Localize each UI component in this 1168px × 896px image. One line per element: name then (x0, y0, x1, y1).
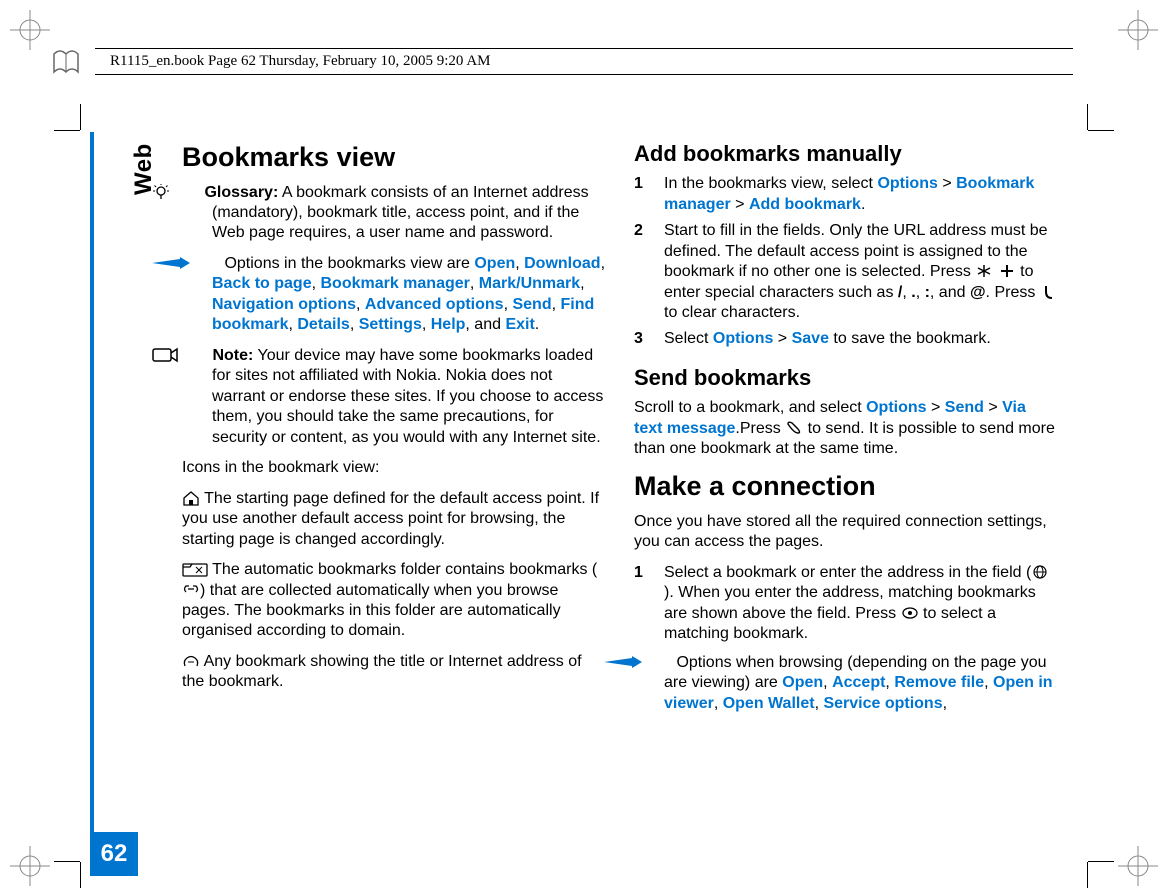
star-key-icon (975, 263, 993, 279)
option-bookmark-manager: Bookmark manager (320, 275, 469, 292)
option-exit: Exit (505, 316, 534, 333)
add-step-2: Start to fill in the fields. Only the UR… (634, 221, 1058, 323)
crop-tick (1087, 104, 1088, 130)
option-help: Help (431, 316, 466, 333)
bopt-remove-file: Remove file (894, 674, 984, 691)
glossary-icon (182, 184, 200, 200)
bopt-open: Open (782, 674, 823, 691)
header-rule-top (95, 48, 1073, 49)
heading-send-bookmarks: Send bookmarks (634, 364, 1058, 392)
page-number: 62 (90, 832, 138, 876)
tip-arrow-icon (182, 255, 220, 267)
clear-key-icon (1040, 284, 1058, 300)
menu-options-2: Options (713, 330, 773, 347)
folder-icon (182, 561, 208, 577)
send-paragraph: Scroll to a bookmark, and select Options… (634, 398, 1058, 459)
crop-tick (54, 130, 80, 131)
add-step-3: Select Options > Save to save the bookma… (634, 329, 1058, 349)
bopt-accept: Accept (832, 674, 885, 691)
option-mark-unmark: Mark/Unmark (479, 275, 580, 292)
option-back-to-page: Back to page (212, 275, 312, 292)
registration-mark-tr (1114, 6, 1162, 54)
icon-desc-3: Any bookmark showing the title or Intern… (182, 652, 606, 693)
menu-save: Save (792, 330, 829, 347)
make-step-1: Select a bookmark or enter the address i… (634, 563, 1058, 645)
make-steps: Select a bookmark or enter the address i… (634, 563, 1058, 645)
bookmark-icon (182, 653, 200, 669)
book-icon (50, 46, 82, 78)
icons-heading: Icons in the bookmark view: (182, 458, 606, 478)
menu-options-3: Options (866, 399, 926, 416)
option-advanced-options: Advanced options (365, 296, 504, 313)
option-send: Send (512, 296, 551, 313)
icon-desc-1: The starting page defined for the defaul… (182, 489, 606, 550)
menu-add-bookmark: Add bookmark (749, 196, 861, 213)
icon2-body-a: The automatic bookmarks folder contains … (208, 561, 597, 578)
crop-tick (1088, 130, 1114, 131)
crop-tick (1088, 861, 1114, 862)
option-details: Details (297, 316, 349, 333)
registration-mark-tl (6, 6, 54, 54)
globe-icon (1031, 564, 1049, 580)
add-step-1: In the bookmarks view, select Options > … (634, 174, 1058, 215)
link-icon (182, 582, 200, 598)
option-download: Download (524, 255, 600, 272)
option-open: Open (474, 255, 515, 272)
icon-desc-2: The automatic bookmarks folder contains … (182, 560, 606, 642)
option-navigation-options: Navigation options (212, 296, 356, 313)
registration-mark-br (1114, 842, 1162, 890)
joystick-icon (901, 605, 919, 621)
header-rule-bottom (95, 74, 1073, 75)
home-page-icon (182, 490, 200, 506)
crop-tick (54, 861, 80, 862)
heading-add-bookmarks: Add bookmarks manually (634, 140, 1058, 168)
crop-tick (80, 862, 81, 888)
icon2-body-b: ) that are collected automatically when … (182, 582, 561, 640)
tip-arrow-icon (634, 654, 672, 666)
side-rule (90, 132, 94, 876)
icon3-body: Any bookmark showing the title or Intern… (182, 653, 582, 690)
plus-key-icon (998, 263, 1016, 279)
add-steps: In the bookmarks view, select Options > … (634, 174, 1058, 350)
body-columns: Bookmarks view Glossary: A bookmark cons… (182, 140, 1058, 806)
options-tip: Options in the bookmarks view are Open, … (182, 254, 606, 336)
make-paragraph: Once you have stored all the required co… (634, 512, 1058, 553)
icon1-body: The starting page defined for the defaul… (182, 490, 599, 548)
menu-options: Options (877, 175, 937, 192)
option-settings: Settings (359, 316, 422, 333)
note-paragraph: Note: Your device may have some bookmark… (182, 346, 606, 448)
bopt-open-wallet: Open Wallet (723, 695, 815, 712)
crop-tick (1087, 862, 1088, 888)
heading-make-connection: Make a connection (634, 469, 1058, 504)
glossary-paragraph: Glossary: A bookmark consists of an Inte… (182, 183, 606, 244)
options-prefix: Options in the bookmarks view are (224, 255, 474, 272)
menu-send: Send (945, 399, 984, 416)
browse-options-tip: Options when browsing (depending on the … (634, 653, 1058, 714)
note-label: Note: (212, 347, 253, 364)
page-number-value: 62 (101, 840, 128, 868)
crop-tick (80, 104, 81, 130)
note-icon (182, 347, 208, 363)
heading-bookmarks-view: Bookmarks view (182, 140, 606, 175)
glossary-label: Glossary: (204, 184, 278, 201)
bopt-service-options: Service options (823, 695, 942, 712)
running-header: R1115_en.book Page 62 Thursday, February… (110, 53, 491, 70)
note-body: Your device may have some bookmarks load… (212, 347, 603, 446)
registration-mark-bl (6, 842, 54, 890)
call-key-icon (785, 420, 803, 436)
